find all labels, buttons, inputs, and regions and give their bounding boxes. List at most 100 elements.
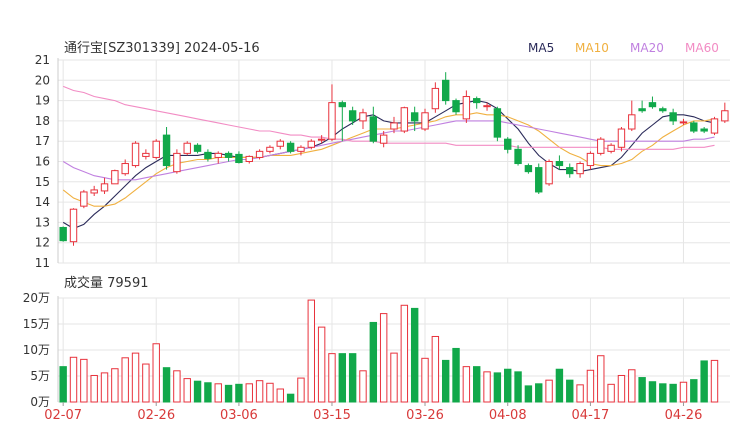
candle-body bbox=[131, 142, 140, 167]
candlestick bbox=[224, 151, 233, 162]
volume-bar bbox=[628, 369, 636, 403]
candlestick bbox=[111, 169, 119, 185]
candle-body bbox=[504, 138, 512, 150]
candle-body bbox=[721, 110, 729, 122]
volume-bar bbox=[400, 304, 409, 403]
price-axis: 11 12 13 14 15 16 17 18 19 20 21 bbox=[35, 53, 59, 270]
volume-tick-label: 10万 bbox=[23, 343, 50, 357]
candlestick bbox=[504, 137, 512, 154]
legend-item-ma10: MA10 bbox=[575, 41, 609, 55]
candlestick bbox=[441, 72, 450, 105]
volume-bar bbox=[659, 383, 667, 403]
candle-body bbox=[338, 102, 347, 108]
candle-body bbox=[328, 102, 336, 140]
candle-body bbox=[214, 152, 222, 158]
candlestick bbox=[410, 106, 419, 132]
legend-item-ma5: MA5 bbox=[528, 41, 554, 55]
volume-grid bbox=[58, 297, 730, 403]
volume-bar bbox=[204, 382, 212, 403]
volume-bar bbox=[607, 383, 615, 403]
candlestick bbox=[80, 189, 88, 209]
candlestick bbox=[193, 143, 202, 154]
volume-tick-label: 15万 bbox=[23, 317, 50, 331]
volume-bar bbox=[59, 366, 67, 403]
candlestick bbox=[152, 139, 160, 160]
candle-body bbox=[535, 167, 543, 193]
candlestick bbox=[369, 106, 378, 144]
legend: MA5 MA10 MA20 MA60 bbox=[528, 41, 719, 55]
candle-body bbox=[379, 134, 388, 144]
date-tick-label: 02-26 bbox=[137, 408, 175, 423]
candlestick bbox=[545, 159, 553, 186]
candle-body bbox=[348, 110, 357, 122]
volume-axis: 0万 5万 10万 15万 20万 bbox=[23, 291, 59, 409]
candle-body bbox=[514, 148, 522, 165]
price-tick-label: 16 bbox=[35, 155, 50, 169]
volume-bar bbox=[566, 379, 574, 403]
volume-bar bbox=[390, 352, 398, 403]
volume-bar bbox=[152, 343, 160, 403]
volume-bar bbox=[576, 384, 584, 403]
candlestick bbox=[452, 98, 460, 115]
candlestick bbox=[535, 163, 543, 194]
candlestick bbox=[142, 149, 150, 160]
volume-bar bbox=[111, 368, 119, 403]
candle-body bbox=[90, 189, 98, 194]
volume-bar bbox=[307, 299, 315, 403]
candlestick bbox=[473, 96, 481, 109]
volume-bar bbox=[535, 383, 543, 403]
price-tick-label: 20 bbox=[35, 73, 50, 87]
volume-bar bbox=[245, 383, 253, 403]
candle-body bbox=[690, 122, 698, 132]
volume-bar bbox=[700, 360, 708, 403]
candle-body bbox=[80, 191, 88, 207]
price-tick-label: 18 bbox=[35, 114, 50, 128]
candlestick bbox=[59, 226, 67, 242]
volume-bar bbox=[121, 357, 129, 403]
candle-body bbox=[255, 150, 264, 158]
candlestick bbox=[493, 106, 502, 142]
date-tick-label: 04-26 bbox=[665, 408, 703, 423]
price-tick-label: 11 bbox=[35, 256, 50, 270]
volume-bar bbox=[297, 377, 305, 403]
volume-bar bbox=[286, 393, 295, 403]
candle-body bbox=[121, 163, 129, 175]
candle-body bbox=[245, 155, 253, 163]
volume-bar bbox=[131, 352, 140, 403]
candle-body bbox=[193, 144, 202, 152]
candle-body bbox=[142, 152, 150, 157]
candle-body bbox=[317, 138, 326, 141]
volume-bar bbox=[348, 353, 357, 403]
candle-body bbox=[266, 146, 274, 152]
volume-bar bbox=[266, 382, 274, 403]
volume-bar bbox=[431, 335, 440, 403]
candlestick bbox=[431, 82, 440, 113]
volume-bar bbox=[441, 359, 450, 403]
volume-bar bbox=[452, 347, 460, 403]
candle-body bbox=[555, 161, 564, 167]
volume-bar bbox=[193, 380, 202, 403]
volume-bar bbox=[690, 379, 698, 403]
candle-body bbox=[111, 170, 119, 185]
candle-body bbox=[493, 108, 502, 138]
candle-body bbox=[617, 128, 626, 148]
volume-tick-label: 0万 bbox=[30, 395, 50, 409]
candle-body bbox=[152, 140, 160, 158]
price-tick-label: 21 bbox=[35, 53, 50, 67]
candle-body bbox=[183, 142, 191, 154]
candlestick bbox=[566, 163, 574, 178]
price-tick-label: 12 bbox=[35, 236, 50, 250]
candle-body bbox=[524, 165, 533, 173]
volume-bar bbox=[69, 356, 78, 403]
candlestick bbox=[700, 126, 708, 134]
candle-body bbox=[204, 151, 212, 159]
candle-body bbox=[659, 108, 667, 112]
candle-body bbox=[576, 163, 584, 175]
candle-body bbox=[307, 140, 315, 148]
candle-body bbox=[369, 116, 378, 142]
candlestick bbox=[638, 100, 646, 113]
candlestick bbox=[131, 141, 140, 168]
candle-body bbox=[410, 112, 419, 122]
volume-bar bbox=[410, 307, 419, 403]
candle-body bbox=[586, 152, 595, 167]
